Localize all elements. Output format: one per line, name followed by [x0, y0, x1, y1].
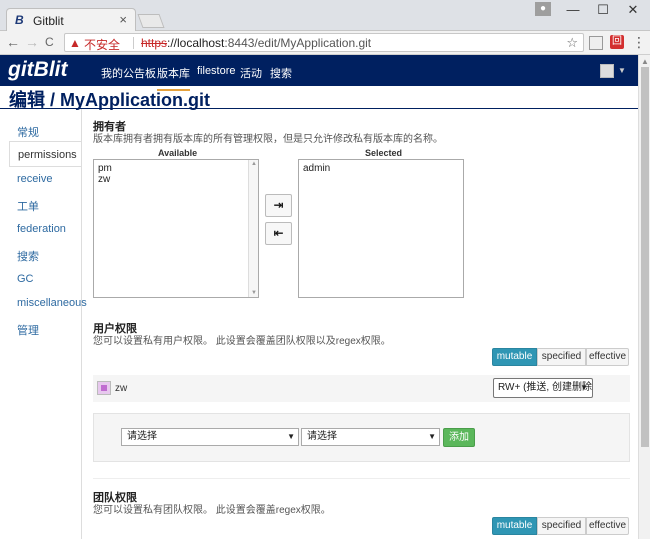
bookmark-star-icon[interactable]: ☆	[566, 35, 578, 51]
identicon-avatar	[97, 381, 111, 395]
available-heading: Available	[158, 148, 198, 158]
url-path: :8443/edit/MyApplication.git	[224, 36, 372, 50]
url-text: https://localhost:8443/edit/MyApplicatio…	[141, 36, 371, 50]
scroll-down-icon[interactable]: ▼	[251, 290, 257, 296]
title-divider	[0, 108, 638, 109]
close-window-icon[interactable]: ✕	[616, 0, 650, 22]
extension-red-icon[interactable]: 回	[610, 35, 624, 49]
sidebar-item-gc[interactable]: GC	[17, 273, 34, 285]
user-permission-row: zw RW+ (推送, 创建删除 ▼	[93, 375, 630, 402]
nav-activity[interactable]: 活动	[240, 65, 262, 81]
sidebar-item-search[interactable]: 搜索	[17, 248, 39, 264]
page-scrollbar[interactable]: ▲	[638, 55, 650, 539]
sidebar-item-permissions[interactable]: permissions	[9, 141, 81, 167]
list-item[interactable]: zw	[98, 174, 110, 185]
new-tab-button[interactable]	[137, 14, 165, 28]
browser-toolbar: ← → C ▲ 不安全 https://localhost:8443/edit/…	[0, 31, 650, 55]
selected-owners-list[interactable]: admin	[298, 159, 464, 298]
tab-title: Gitblit	[33, 14, 64, 28]
sidebar-item-federation[interactable]: federation	[17, 223, 66, 235]
available-owners-list[interactable]: pm zw ▲ ▼	[93, 159, 259, 298]
insecure-label: 不安全	[84, 38, 121, 52]
add-user-permission-panel: 请选择 ▼ 请选择 ▼ 添加	[93, 413, 630, 462]
nav-filestore[interactable]: filestore	[197, 65, 236, 77]
scroll-up-icon[interactable]: ▲	[641, 57, 649, 66]
browser-tab[interactable]: B Gitblit ×	[6, 8, 136, 31]
gitblit-favicon-icon: B	[15, 13, 24, 27]
effective-button[interactable]: effective	[586, 517, 629, 535]
owners-description: 版本库拥有者拥有版本库的所有管理权限，但是只允许修改私有版本库的名称。	[93, 134, 443, 145]
select-permission-value: 请选择	[307, 431, 337, 442]
team-permissions-description: 您可以设置私有团队权限。 此设置会覆盖regex权限。	[93, 505, 331, 516]
dropdown-arrow-icon: ▼	[428, 432, 436, 441]
sidebar-item-label: permissions	[18, 149, 77, 161]
nav-dashboard[interactable]: 我的公告板	[101, 65, 156, 81]
nav-search[interactable]: 搜索	[270, 65, 292, 81]
user-name: zw	[115, 383, 128, 394]
scroll-up-icon[interactable]: ▲	[251, 161, 257, 167]
select-permission-dropdown[interactable]: 请选择 ▼	[301, 428, 440, 446]
sidebar-divider	[81, 109, 82, 539]
sidebar-item-tickets[interactable]: 工单	[17, 198, 39, 214]
user-avatar[interactable]	[600, 64, 614, 78]
mutable-button[interactable]: mutable	[492, 348, 537, 366]
address-bar[interactable]: ▲ 不安全 https://localhost:8443/edit/MyAppl…	[64, 33, 584, 52]
add-button[interactable]: 添加	[443, 428, 475, 447]
sidebar-item-receive[interactable]: receive	[17, 173, 52, 185]
gitblit-navbar: gitBlit 我的公告板 版本库 filestore 活动 搜索 ▼	[0, 55, 638, 91]
gitblit-logo[interactable]: gitBlit	[8, 58, 67, 82]
select-user-dropdown[interactable]: 请选择 ▼	[121, 428, 299, 446]
effective-button[interactable]: effective	[586, 348, 629, 366]
warning-icon: ▲	[69, 36, 81, 50]
account-icon[interactable]: ●	[535, 2, 551, 16]
dropdown-arrow-icon: ▼	[287, 432, 295, 441]
list-item[interactable]: pm	[98, 163, 112, 174]
move-left-button[interactable]: ⇤	[265, 222, 292, 245]
forward-icon[interactable]: →	[25, 34, 39, 50]
user-permissions-description: 您可以设置私有用户权限。 此设置会覆盖团队权限以及regex权限。	[93, 336, 391, 347]
omnibox-separator	[133, 37, 134, 49]
dropdown-arrow-icon: ▼	[580, 383, 588, 392]
url-scheme: https	[141, 36, 168, 50]
browser-menu-icon[interactable]: ⋮	[632, 34, 646, 51]
list-scrollbar[interactable]: ▲ ▼	[248, 160, 258, 297]
select-user-value: 请选择	[127, 431, 157, 442]
section-divider	[93, 478, 630, 479]
sidebar-item-general[interactable]: 常规	[17, 124, 39, 140]
back-icon[interactable]: ←	[6, 34, 20, 50]
list-item[interactable]: admin	[303, 163, 330, 174]
sidebar-item-administration[interactable]: 管理	[17, 322, 39, 338]
extension-icon[interactable]	[589, 36, 603, 50]
browser-titlebar: B Gitblit × ● — ☐ ✕	[0, 0, 650, 31]
url-host: ://localhost	[167, 36, 225, 50]
minimize-icon[interactable]: —	[556, 0, 590, 22]
specified-button[interactable]: specified	[537, 348, 586, 366]
specified-button[interactable]: specified	[537, 517, 586, 535]
scroll-thumb[interactable]	[641, 67, 649, 447]
mutable-button[interactable]: mutable	[492, 517, 537, 535]
sidebar-item-miscellaneous[interactable]: miscellaneous	[17, 297, 87, 309]
tab-close-icon[interactable]: ×	[119, 12, 127, 27]
move-right-button[interactable]: ⇥	[265, 194, 292, 217]
reload-icon[interactable]: C	[45, 35, 54, 49]
permission-value: RW+ (推送, 创建删除	[498, 382, 592, 393]
user-permission-select[interactable]: RW+ (推送, 创建删除 ▼	[493, 378, 593, 398]
chevron-down-icon[interactable]: ▼	[618, 66, 626, 75]
selected-heading: Selected	[365, 148, 403, 158]
maximize-icon[interactable]: ☐	[586, 0, 620, 22]
